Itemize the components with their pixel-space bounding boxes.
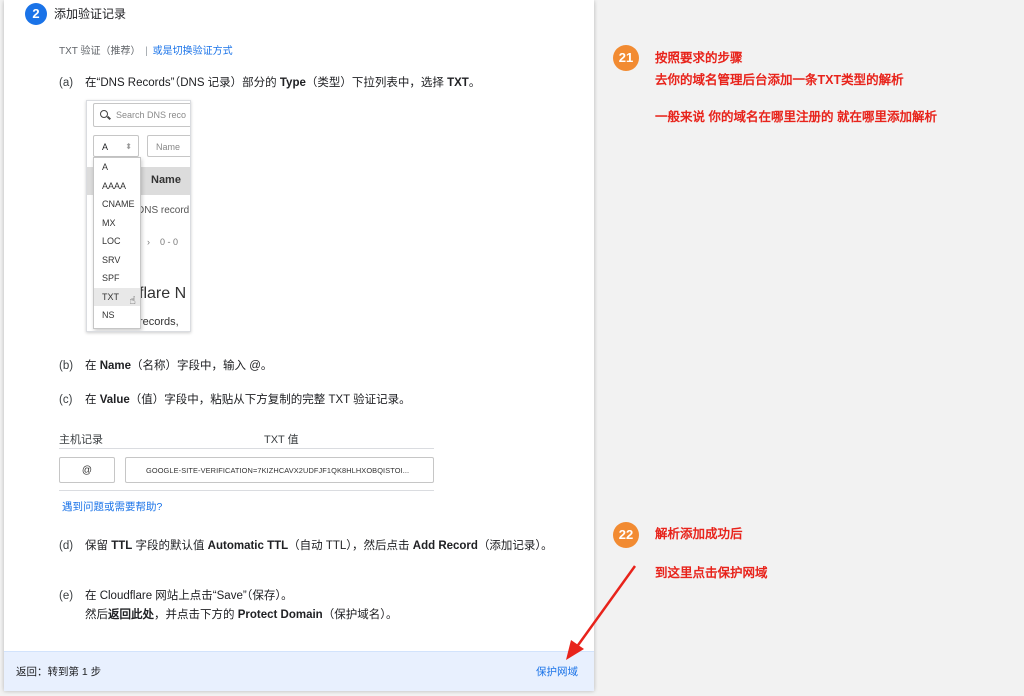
annotation-arrow [566, 565, 637, 660]
arrow-shaft [574, 565, 637, 649]
arrow-head [566, 640, 584, 660]
